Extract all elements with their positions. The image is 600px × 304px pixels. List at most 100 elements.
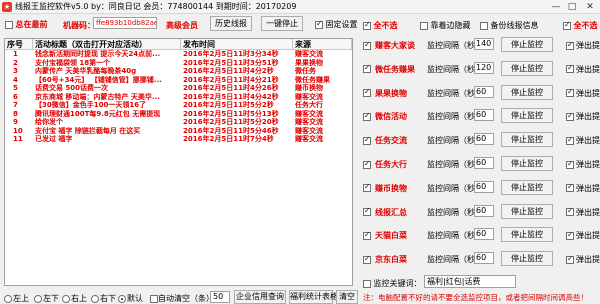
stop-monitor-button[interactable]: 停止监控 xyxy=(501,37,553,52)
monitor-toggle[interactable]: 果果换物 xyxy=(363,87,407,99)
interval-input[interactable]: 120 xyxy=(474,61,494,74)
popup-checkbox[interactable] xyxy=(566,159,574,169)
backup-logs-toggle[interactable]: 备份线报信息 xyxy=(480,20,539,31)
monitor-checkbox[interactable] xyxy=(363,111,371,121)
interval-input[interactable]: 60 xyxy=(474,133,494,146)
popup-toggle[interactable]: 弹出提示 xyxy=(566,206,600,218)
keyword-toggle[interactable]: 监控关键词： xyxy=(363,278,422,289)
popup-toggle[interactable]: 弹出提示 xyxy=(566,159,600,170)
keyword-checkbox[interactable] xyxy=(363,279,371,288)
interval-input[interactable]: 60 xyxy=(474,157,494,169)
stats-table-button[interactable]: 福利统计表格 xyxy=(289,290,338,304)
monitor-toggle[interactable]: 任务大行 xyxy=(363,159,407,170)
header-index[interactable]: 序号 xyxy=(5,39,33,49)
keyword-input[interactable]: 福利|红包|话费 xyxy=(424,275,516,288)
popup-checkbox[interactable] xyxy=(566,63,574,74)
interval-input[interactable]: 60 xyxy=(474,109,494,122)
table-row[interactable]: 11 已发过 福字 2016年2月5日11时7分4秒 赚客交流 xyxy=(5,135,352,144)
popup-checkbox[interactable] xyxy=(566,40,574,50)
table-row[interactable]: 3 内蒙传产 天美华乳酪每晚茶40g 2016年2月5日11时4分2秒 微任务 xyxy=(5,67,352,76)
stop-all-button[interactable]: 一键停止 xyxy=(261,16,303,31)
table-row[interactable]: 1 钱念新活期同时提现 提示今天24点前... 2016年2月5日11时3分34秒 赚… xyxy=(5,50,352,59)
select-none-right[interactable]: 全不选 xyxy=(563,20,598,31)
header-time[interactable]: 发布时间 xyxy=(181,39,293,49)
popup-toggle[interactable]: 弹出提示 xyxy=(566,254,600,265)
stop-monitor-button[interactable]: 停止监控 xyxy=(501,179,553,195)
edge-hide-checkbox[interactable] xyxy=(420,21,428,30)
popup-toggle[interactable]: 弹出提示 xyxy=(566,63,600,75)
stop-monitor-button[interactable]: 停止监控 xyxy=(501,84,553,100)
monitor-checkbox[interactable] xyxy=(363,87,371,98)
auto-clear-count[interactable]: 50 xyxy=(210,291,230,303)
monitor-checkbox[interactable] xyxy=(363,254,371,264)
stop-monitor-button[interactable]: 停止监控 xyxy=(501,203,553,219)
enterprise-query-button[interactable]: 企业信用查询 xyxy=(234,290,286,304)
popup-toggle[interactable]: 弹出提示 xyxy=(566,230,600,241)
monitor-toggle[interactable]: 天猫白菜 xyxy=(363,230,407,241)
table-row[interactable]: 10 支付宝 福字 除链拦截每月 在这买 2016年2月5日11时5分46秒 赚客交流 xyxy=(5,127,352,136)
close-button[interactable]: ✕ xyxy=(580,0,600,14)
select-none-left-checkbox[interactable] xyxy=(363,20,371,30)
stop-monitor-button[interactable]: 停止监控 xyxy=(501,251,553,267)
table-row[interactable]: 6 京东商城 移动端：内蒙古特产 天美华... 2016年2月5日11时4分42秒 赚… xyxy=(5,93,352,102)
monitor-toggle[interactable]: 京东白菜 xyxy=(363,254,407,265)
stop-monitor-button[interactable]: 停止监控 xyxy=(501,132,553,148)
history-button[interactable]: 历史线报 xyxy=(210,16,252,31)
table-row[interactable]: 9 给你发个 2016年2月5日11时5分20秒 赚客交流 xyxy=(5,118,352,127)
interval-input[interactable]: 60 xyxy=(474,228,494,241)
activity-table[interactable]: 序号 活动标题（双击打开对应活动） 发布时间 来源 1 钱念新活期同时提现 提示今… xyxy=(4,38,353,286)
auto-clear-toggle[interactable]: 自动清空（条） xyxy=(150,293,214,304)
popup-toggle[interactable]: 弹出提示 xyxy=(566,111,600,122)
monitor-checkbox[interactable] xyxy=(363,182,371,193)
monitor-checkbox[interactable] xyxy=(363,63,371,74)
header-title[interactable]: 活动标题（双击打开对应活动） xyxy=(33,39,181,49)
monitor-toggle[interactable]: 赚客大家谈 xyxy=(363,40,415,51)
position-bottom-right[interactable]: 右下 xyxy=(91,293,116,304)
pin-settings-toggle[interactable]: 固定设置 xyxy=(315,19,358,30)
popup-toggle[interactable]: 弹出提示 xyxy=(566,40,600,51)
popup-checkbox[interactable] xyxy=(566,111,574,121)
table-row[interactable]: 5 话费交易 500话费一次 2016年2月5日11时4分26秒 赚币换物 xyxy=(5,84,352,93)
select-none-right-checkbox[interactable] xyxy=(563,20,571,30)
interval-input[interactable]: 60 xyxy=(474,252,494,265)
stop-monitor-button[interactable]: 停止监控 xyxy=(501,227,553,243)
popup-toggle[interactable]: 弹出提示 xyxy=(566,87,600,99)
popup-toggle[interactable]: 弹出提示 xyxy=(566,135,600,146)
monitor-checkbox[interactable] xyxy=(363,40,371,50)
stop-monitor-button[interactable]: 停止监控 xyxy=(501,60,553,76)
popup-toggle[interactable]: 弹出提示 xyxy=(566,182,600,194)
popup-checkbox[interactable] xyxy=(566,87,574,98)
interval-input[interactable]: 60 xyxy=(474,204,494,217)
monitor-toggle[interactable]: 线报汇总 xyxy=(363,206,407,218)
monitor-checkbox[interactable] xyxy=(363,206,371,217)
popup-checkbox[interactable] xyxy=(566,230,574,240)
position-bottom-left[interactable]: 左下 xyxy=(34,293,59,304)
monitor-checkbox[interactable] xyxy=(363,230,371,240)
table-row[interactable]: 2 支付宝福袋领 18第一个 2016年2月5日11时3分51秒 果果换物 xyxy=(5,59,352,68)
auto-clear-checkbox[interactable] xyxy=(150,294,158,303)
popup-checkbox[interactable] xyxy=(566,182,574,193)
position-top-right[interactable]: 右上 xyxy=(62,293,87,304)
table-row[interactable]: 7 【30微信】金色手100一天领16了 2016年2月5日11时5分2秒 任务大行 xyxy=(5,101,352,110)
monitor-toggle[interactable]: 微信活动 xyxy=(363,111,407,122)
interval-input[interactable]: 60 xyxy=(474,180,494,193)
popup-checkbox[interactable] xyxy=(566,206,574,217)
backup-logs-checkbox[interactable] xyxy=(480,21,488,30)
stop-monitor-button[interactable]: 停止监控 xyxy=(501,108,553,124)
minimize-button[interactable]: — xyxy=(548,0,564,14)
monitor-toggle[interactable]: 微任务赚果 xyxy=(363,63,415,75)
table-row[interactable]: 8 腾讯理财通100T每9.8元红包 无需提现 2016年2月5日11时5分13秒 赚… xyxy=(5,110,352,119)
popup-checkbox[interactable] xyxy=(566,135,574,145)
select-none-left[interactable]: 全不选 xyxy=(363,20,398,31)
monitor-checkbox[interactable] xyxy=(363,159,371,169)
pin-settings-checkbox[interactable] xyxy=(315,19,323,29)
stop-monitor-button[interactable]: 停止监控 xyxy=(501,156,553,171)
table-row[interactable]: 4 【60号+34元】 【铺铺信管】挪挪铺... 2016年2月5日11时4分21秒… xyxy=(5,76,352,85)
maximize-button[interactable]: □ xyxy=(564,0,580,14)
position-default[interactable]: 默认 xyxy=(118,293,143,304)
header-source[interactable]: 来源 xyxy=(293,39,352,49)
monitor-checkbox[interactable] xyxy=(363,135,371,145)
edge-hide-toggle[interactable]: 靠着边隐藏 xyxy=(420,20,471,31)
interval-input[interactable]: 60 xyxy=(474,85,494,98)
interval-input[interactable]: 140 xyxy=(474,38,494,50)
